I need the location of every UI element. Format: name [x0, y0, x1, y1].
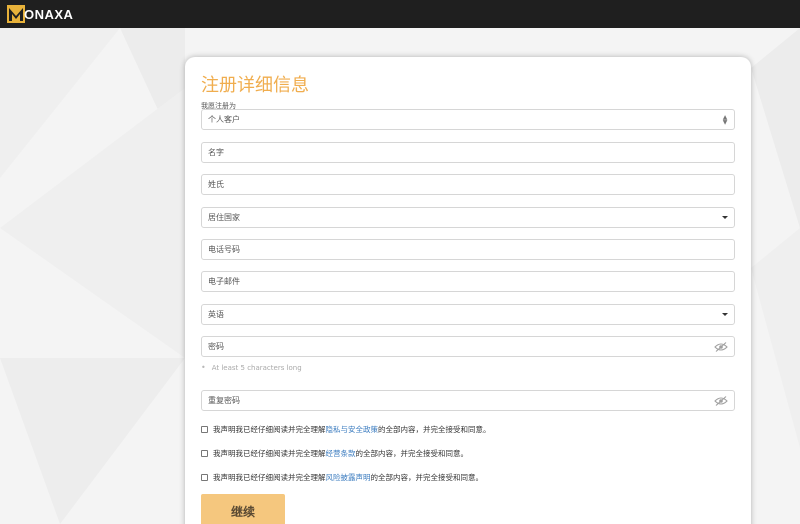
password-hint-text: At least 5 characters long — [211, 363, 302, 372]
agreement-text-prefix: 我声明我已经仔细阅读并完全理解 — [213, 449, 326, 458]
password-placeholder: 密码 — [208, 342, 224, 351]
email-placeholder: 电子邮件 — [208, 277, 240, 286]
caret-down-icon — [722, 313, 728, 316]
agreement-text-suffix: 的全部内容，并完全接受和同意。 — [378, 425, 491, 434]
page-title: 注册详细信息 — [201, 75, 309, 96]
agreement-text-suffix: 的全部内容，并完全接受和同意。 — [355, 449, 469, 458]
last-name-placeholder: 姓氏 — [208, 180, 224, 189]
caret-down-icon — [722, 216, 728, 219]
agreement-terms: 我声明我已经仔细阅读并完全理解 经营条款 的全部内容，并完全接受和同意。 — [201, 448, 468, 459]
password-input[interactable]: 密码 — [201, 336, 735, 357]
bullet-icon: • — [201, 363, 206, 372]
language-select[interactable]: 英语 — [201, 304, 735, 325]
risk-disclosure-link[interactable]: 风险披露声明 — [326, 472, 371, 483]
repeat-password-input[interactable]: 重复密码 — [201, 390, 735, 411]
agreement-text-prefix: 我声明我已经仔细阅读并完全理解 — [213, 473, 326, 482]
agreement-text-suffix: 的全部内容，并完全接受和同意。 — [370, 473, 484, 482]
country-value: 居住国家 — [208, 213, 240, 222]
account-type-select[interactable]: 个人客户 ▲ ▼ — [201, 109, 735, 130]
registration-card: 注册详细信息 我愿注册为 个人客户 ▲ ▼ 名字 姓氏 居住国家 电话号码 电子邮… — [185, 57, 751, 524]
agreement-risk-checkbox[interactable] — [201, 474, 208, 481]
language-value: 英语 — [208, 310, 224, 319]
account-type-value: 个人客户 — [208, 115, 240, 124]
brand-logo[interactable]: ONAXA — [7, 0, 73, 28]
updown-arrows-icon: ▲ ▼ — [722, 113, 728, 126]
agreement-terms-checkbox[interactable] — [201, 450, 208, 457]
agreement-privacy: 我声明我已经仔细阅读并完全理解 隐私与安全政策 的全部内容，并完全接受和同意。 — [201, 424, 491, 435]
eye-slash-icon[interactable] — [714, 395, 728, 406]
phone-input[interactable]: 电话号码 — [201, 239, 735, 260]
phone-placeholder: 电话号码 — [208, 245, 240, 254]
business-terms-link[interactable]: 经营条款 — [326, 448, 356, 459]
logo-text: ONAXA — [24, 6, 74, 22]
agreement-risk: 我声明我已经仔细阅读并完全理解 风险披露声明 的全部内容，并完全接受和同意。 — [201, 472, 483, 483]
country-select[interactable]: 居住国家 — [201, 207, 735, 228]
privacy-policy-link[interactable]: 隐私与安全政策 — [326, 424, 379, 435]
continue-button[interactable]: 继续 — [201, 494, 285, 524]
first-name-input[interactable]: 名字 — [201, 142, 735, 163]
last-name-input[interactable]: 姓氏 — [201, 174, 735, 195]
first-name-placeholder: 名字 — [208, 148, 224, 157]
logo-icon — [7, 5, 25, 23]
agreement-text-prefix: 我声明我已经仔细阅读并完全理解 — [213, 425, 326, 434]
eye-slash-icon[interactable] — [714, 341, 728, 352]
email-input[interactable]: 电子邮件 — [201, 271, 735, 292]
password-hint: • At least 5 characters long — [201, 363, 302, 372]
agreement-privacy-checkbox[interactable] — [201, 426, 208, 433]
top-bar: ONAXA — [0, 0, 800, 28]
repeat-password-placeholder: 重复密码 — [208, 396, 240, 405]
